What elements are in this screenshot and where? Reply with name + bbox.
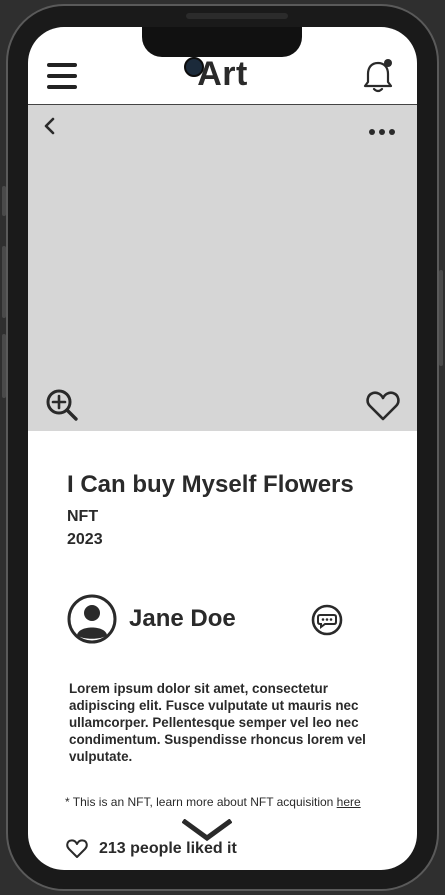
user-avatar-icon[interactable]: [67, 594, 117, 644]
artwork-title: I Can buy Myself Flowers: [67, 471, 354, 498]
device-volume-up: [2, 246, 6, 318]
footnote-text: * This is an NFT, learn more about NFT a…: [65, 795, 337, 809]
device-speaker: [186, 13, 288, 19]
bell-icon[interactable]: [362, 58, 394, 94]
front-camera: [184, 57, 204, 77]
heart-icon[interactable]: [366, 390, 400, 422]
artwork-description: Lorem ipsum dolor sit amet, consectetur …: [69, 681, 366, 764]
artwork-year: 2023: [67, 531, 103, 548]
device-side-button: [2, 186, 6, 216]
nft-footnote: * This is an NFT, learn more about NFT a…: [65, 795, 361, 809]
zoom-in-icon[interactable]: [45, 388, 79, 422]
heart-outline-icon[interactable]: [66, 839, 88, 859]
device-notch: [142, 27, 302, 57]
chevron-left-icon[interactable]: [40, 115, 58, 137]
phone-screen: Art I Can buy Myself Flowers NFT 2023 Ja…: [28, 27, 417, 870]
device-volume-down: [2, 334, 6, 398]
chat-bubble-icon[interactable]: [310, 603, 344, 637]
artwork-image: [28, 105, 417, 431]
ellipsis-icon[interactable]: [368, 127, 396, 137]
artist-name[interactable]: Jane Doe: [129, 605, 236, 633]
likes-count: 213 people liked it: [99, 840, 237, 857]
artwork-type: NFT: [67, 508, 99, 525]
page-title: Art: [197, 55, 248, 93]
nft-info-link[interactable]: here: [337, 795, 361, 809]
device-power-button: [439, 270, 443, 366]
